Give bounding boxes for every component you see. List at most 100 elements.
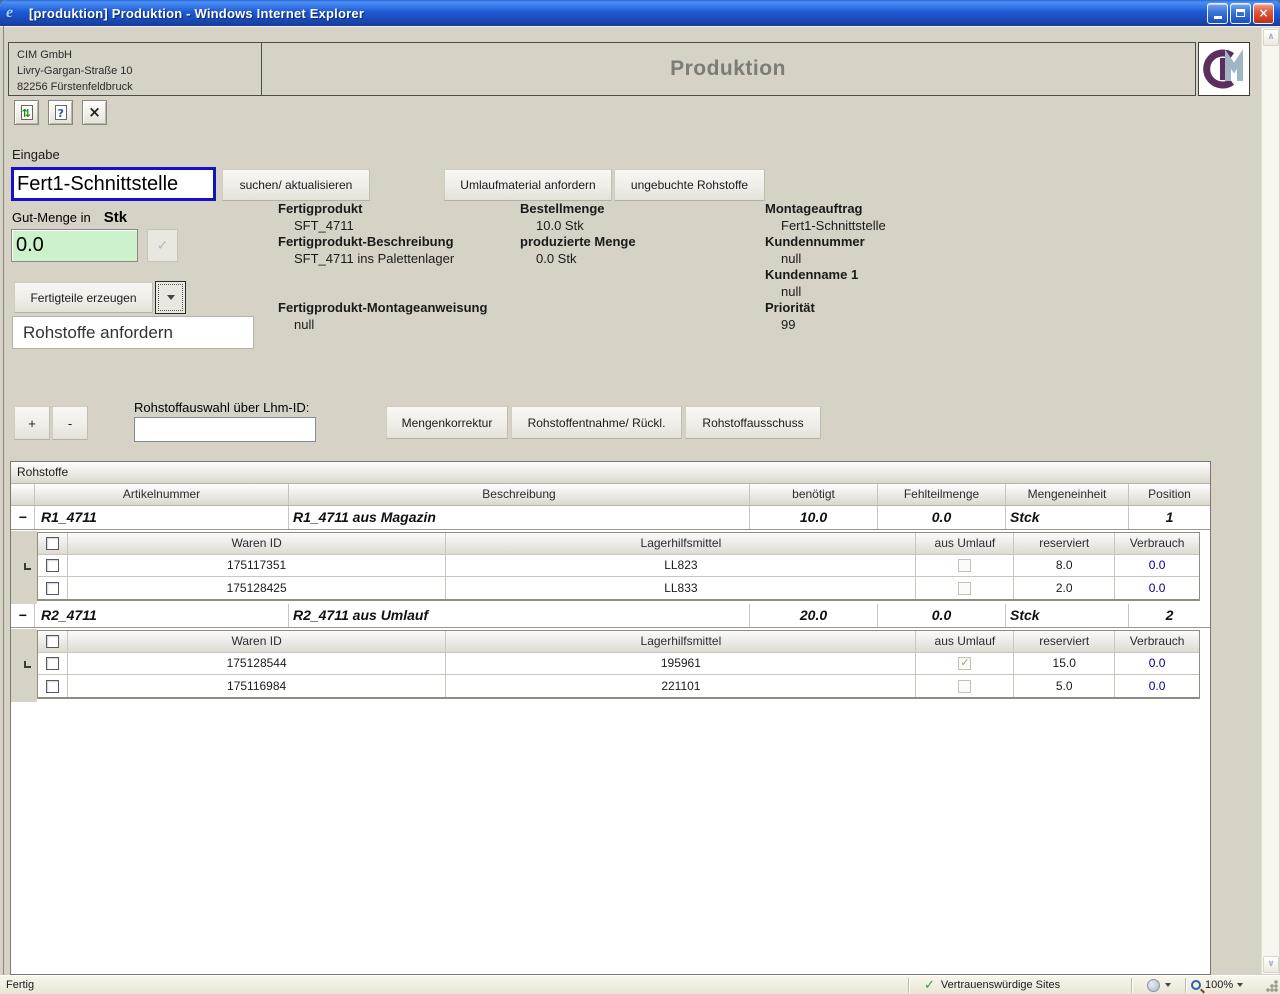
group-row-r2: − R2_4711 R2_4711 aus Umlauf 20.0 0.0 St… <box>11 604 1210 628</box>
subtable-r1: Waren ID Lagerhilfsmittel aus Umlauf res… <box>37 532 1200 601</box>
restore-button[interactable] <box>1230 3 1251 24</box>
lagerhilfsmittel-cell: LL823 <box>446 555 916 576</box>
eingabe-label: Eingabe <box>12 147 60 162</box>
confirm-button[interactable]: ✓ <box>147 229 178 262</box>
focus-outline <box>158 284 183 311</box>
verbrauch-cell: 0.0 <box>1115 555 1199 576</box>
search-refresh-button[interactable]: suchen/ aktualisieren <box>222 169 370 201</box>
chevron-down-icon <box>1237 983 1243 987</box>
scroll-up-button[interactable]: ∧ <box>1263 29 1279 46</box>
subtable-gutter <box>11 629 37 702</box>
prioritaet-value: 99 <box>765 317 985 334</box>
position-cell: 1 <box>1129 506 1210 529</box>
select-all-checkbox[interactable] <box>46 635 59 648</box>
col-reserviert[interactable]: reserviert <box>1014 533 1115 554</box>
col-waren-id[interactable]: Waren ID <box>68 631 446 652</box>
col-reserviert[interactable]: reserviert <box>1014 631 1115 652</box>
title-bar: e [produktion] Produktion - Windows Inte… <box>0 0 1280 26</box>
row-checkbox[interactable] <box>46 559 59 572</box>
select-all-checkbox[interactable] <box>46 537 59 550</box>
cim-logo <box>1198 42 1250 96</box>
minimize-button[interactable] <box>1207 3 1228 24</box>
subtable-row: 175116984 221101 5.0 0.0 <box>38 675 1199 697</box>
kundenname-label: Kundenname 1 <box>765 267 985 284</box>
collapse-all-button[interactable]: - <box>52 406 88 440</box>
check-icon: ✓ <box>924 979 935 992</box>
rohstoffentnahme-button[interactable]: Rohstoffentnahme/ Rückl. <box>511 406 682 439</box>
benoetigt-cell: 20.0 <box>750 604 878 627</box>
reserviert-cell: 2.0 <box>1014 577 1115 599</box>
rohstoffausschuss-button[interactable]: Rohstoffausschuss <box>685 406 821 439</box>
action-dropdown-option[interactable]: Rohstoffe anfordern <box>12 316 254 349</box>
col-beschreibung[interactable]: Beschreibung <box>289 484 750 505</box>
fehlteilmenge-cell: 0.0 <box>878 604 1006 627</box>
kundennummer-label: Kundennummer <box>765 234 985 251</box>
produzierte-menge-value: 0.0 Stk <box>520 251 720 268</box>
close-page-button[interactable]: × <box>82 100 107 125</box>
col-mengeneinheit[interactable]: Mengeneinheit <box>1006 484 1129 505</box>
action-dropdown-toggle[interactable] <box>155 281 186 314</box>
eingabe-input[interactable] <box>11 167 216 201</box>
subtable-row: 175128425 LL833 2.0 0.0 <box>38 577 1199 599</box>
collapse-toggle[interactable]: − <box>11 604 35 627</box>
lagerhilfsmittel-cell: LL833 <box>446 577 916 599</box>
page-title: Produktion <box>261 43 1195 95</box>
close-button[interactable]: × <box>1253 3 1274 24</box>
help-icon: ? <box>55 105 67 120</box>
position-cell: 2 <box>1129 604 1210 627</box>
help-button[interactable]: ? <box>48 100 73 125</box>
protected-mode-control[interactable] <box>1133 979 1185 992</box>
expand-all-button[interactable]: + <box>14 406 50 440</box>
security-zone-label: Vertrauenswürdige Sites <box>941 979 1060 991</box>
collapse-toggle[interactable]: − <box>11 506 35 529</box>
internet-explorer-icon: e <box>6 4 24 22</box>
fertigteile-erzeugen-button[interactable]: Fertigteile erzeugen <box>14 282 153 313</box>
row-checkbox[interactable] <box>46 582 59 595</box>
verbrauch-cell: 0.0 <box>1115 675 1199 697</box>
col-fehlteilmenge[interactable]: Fehlteilmenge <box>878 484 1006 505</box>
ungebuchte-rohstoffe-button[interactable]: ungebuchte Rohstoffe <box>614 169 765 201</box>
waren-id-cell: 175117351 <box>68 555 446 576</box>
col-benoetigt[interactable]: benötigt <box>750 484 878 505</box>
subtable-r2: Waren ID Lagerhilfsmittel aus Umlauf res… <box>37 630 1200 699</box>
lhm-id-label: Rohstoffauswahl über Lhm-ID: <box>134 400 309 415</box>
artikelnummer-cell: R2_4711 <box>35 604 289 627</box>
col-artikelnummer[interactable]: Artikelnummer <box>35 484 289 505</box>
col-position[interactable]: Position <box>1129 484 1210 505</box>
zoom-control[interactable]: 100% <box>1187 979 1260 991</box>
col-verbrauch[interactable]: Verbrauch <box>1115 533 1199 554</box>
subtable-row: 175117351 LL823 8.0 0.0 <box>38 555 1199 577</box>
refresh-button[interactable]: ⇅ <box>14 100 39 125</box>
col-lagerhilfsmittel[interactable]: Lagerhilfsmittel <box>446 533 916 554</box>
umlaufmaterial-button[interactable]: Umlaufmaterial anfordern <box>444 169 612 201</box>
scroll-down-button[interactable]: ∨ <box>1263 956 1279 973</box>
chevron-down-icon <box>1165 983 1171 987</box>
subtable-section-r1: Waren ID Lagerhilfsmittel aus Umlauf res… <box>11 532 1210 604</box>
gutmenge-label: Gut-Menge inStk <box>12 209 127 226</box>
kundennummer-value: null <box>765 251 985 268</box>
col-lagerhilfsmittel[interactable]: Lagerhilfsmittel <box>446 631 916 652</box>
mengenkorrektur-button[interactable]: Mengenkorrektur <box>386 406 508 439</box>
lhm-id-input[interactable] <box>134 417 316 442</box>
branch-icon <box>24 563 31 570</box>
verbrauch-cell: 0.0 <box>1115 577 1199 599</box>
gutmenge-input[interactable] <box>11 229 138 262</box>
montageanweisung-label: Fertigprodukt-Montageanweisung <box>278 300 578 317</box>
lagerhilfsmittel-cell: 195961 <box>446 653 916 674</box>
col-aus-umlauf[interactable]: aus Umlauf <box>916 533 1014 554</box>
security-zone[interactable]: ✓ Vertrauenswürdige Sites <box>910 979 1131 992</box>
resize-grip[interactable] <box>1265 979 1279 993</box>
subtable-section-r2: Waren ID Lagerhilfsmittel aus Umlauf res… <box>11 630 1210 702</box>
verbrauch-cell: 0.0 <box>1115 653 1199 674</box>
table-header-row: Artikelnummer Beschreibung benötigt Fehl… <box>11 484 1210 506</box>
subtable-row: 175128544 195961 15.0 0.0 <box>38 653 1199 675</box>
montageauftrag-label: Montageauftrag <box>765 201 985 218</box>
col-waren-id[interactable]: Waren ID <box>68 533 446 554</box>
waren-id-cell: 175128425 <box>68 577 446 599</box>
vertical-scrollbar[interactable]: ∧ ∨ <box>1261 28 1279 974</box>
col-verbrauch[interactable]: Verbrauch <box>1115 631 1199 652</box>
fehlteilmenge-cell: 0.0 <box>878 506 1006 529</box>
row-checkbox[interactable] <box>46 680 59 693</box>
row-checkbox[interactable] <box>46 657 59 670</box>
col-aus-umlauf[interactable]: aus Umlauf <box>916 631 1014 652</box>
